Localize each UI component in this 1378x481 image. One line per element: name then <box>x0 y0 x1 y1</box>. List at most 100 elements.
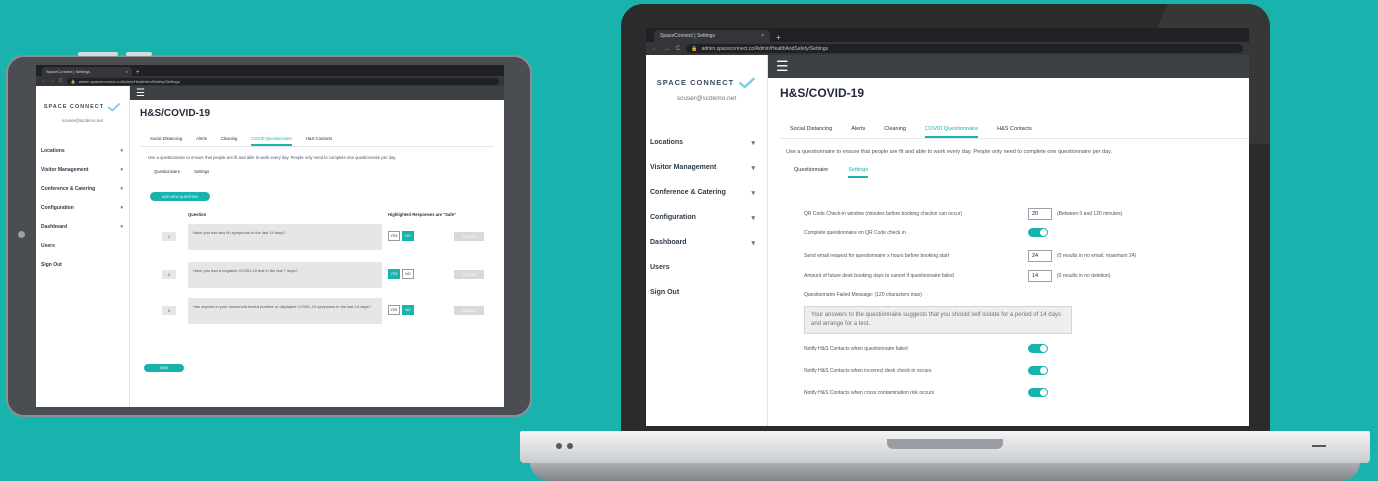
chevron-down-icon: ▾ <box>120 166 123 173</box>
tablet-device: SpaceConnect | Settings × + ← → C 🔒 admi… <box>6 52 532 417</box>
notify-incorrect-toggle[interactable] <box>1028 366 1048 375</box>
tab-hs-contacts[interactable]: H&S Contacts <box>306 136 332 146</box>
sidebar-item-sign-out[interactable]: Sign Out <box>646 280 767 305</box>
subtab-bar: Questionnaire Settings <box>794 167 1249 178</box>
setting-complete-on-qr: Complete questionnaire on QR Code check … <box>804 228 1048 237</box>
forward-icon[interactable]: → <box>50 78 55 84</box>
complete-on-qr-toggle[interactable] <box>1028 228 1048 237</box>
chevron-down-icon: ▾ <box>751 239 755 247</box>
failed-message-textarea[interactable]: Your answers to the questionnaire sugges… <box>804 306 1072 334</box>
lock-icon: 🔒 <box>70 78 76 84</box>
question-text[interactable]: Have you had any flu symptoms in the las… <box>188 224 382 250</box>
close-icon[interactable]: × <box>126 69 128 74</box>
notify-failed-toggle[interactable] <box>1028 344 1048 353</box>
sidebar-item-conference-catering[interactable]: Conference & Catering ▾ <box>36 179 129 198</box>
sidebar-item-visitor-management[interactable]: Visitor Management ▾ <box>36 160 129 179</box>
tab-alerts[interactable]: Alerts <box>196 136 207 146</box>
new-tab-icon[interactable]: + <box>776 33 781 42</box>
qr-window-input[interactable]: 20 <box>1028 208 1052 220</box>
page-title: H&S/COVID-19 <box>780 86 865 100</box>
laptop-base <box>520 431 1370 481</box>
yes-option[interactable]: YES <box>388 269 400 279</box>
yes-option[interactable]: YES <box>388 231 400 241</box>
delete-button[interactable]: DELETE <box>454 306 484 315</box>
reload-icon[interactable]: C <box>676 46 680 52</box>
yes-option[interactable]: YES <box>388 305 400 315</box>
user-email: scuser@scdemo.net <box>676 95 737 102</box>
laptop-screen: SpaceConnect | Settings × + ← → C 🔒 admi… <box>646 28 1249 426</box>
no-option[interactable]: NO <box>402 231 414 241</box>
tab-covid-questionnaire[interactable]: COVID Questionnaire <box>251 136 292 146</box>
tablet-screen: SpaceConnect | Settings × + ← → C 🔒 admi… <box>36 65 504 407</box>
address-bar[interactable]: 🔒 admin.spaceconnect.co/Admin/HealthAndS… <box>686 44 1243 53</box>
laptop-notch <box>887 439 1003 449</box>
forward-icon[interactable]: → <box>664 46 670 52</box>
sidebar-item-sign-out[interactable]: Sign Out <box>36 255 129 274</box>
checkmark-logo-icon <box>738 76 756 89</box>
address-bar[interactable]: 🔒 admin.spaceconnect.co/Admin/HealthAndS… <box>66 77 499 85</box>
address-bar-url: admin.spaceconnect.co/Admin/HealthAndSaf… <box>78 78 180 84</box>
sidebar-item-conference-catering[interactable]: Conference & Catering ▾ <box>646 180 767 205</box>
tablet-volume-button <box>78 52 118 56</box>
app: SPACE CONNECT scuser@scdemo.net Location… <box>646 55 1249 426</box>
notify-cross-toggle[interactable] <box>1028 388 1048 397</box>
email-request-input[interactable]: 24 <box>1028 250 1052 262</box>
browser-tab[interactable]: SpaceConnect | Settings × <box>42 67 132 76</box>
future-days-input[interactable]: 14 <box>1028 270 1052 282</box>
no-option[interactable]: NO <box>402 305 414 315</box>
reload-icon[interactable]: C <box>59 78 63 84</box>
logo[interactable]: SPACE CONNECT <box>646 69 767 95</box>
setting-hint: (Between 0 and 120 minutes) <box>1057 211 1123 217</box>
new-tab-icon[interactable]: + <box>136 70 140 76</box>
question-text[interactable]: Have you had a negative COVID-19 test in… <box>188 262 382 288</box>
user-email: scuser@scdemo.net <box>61 118 104 123</box>
sidebar-item-dashboard[interactable]: Dashboard ▾ <box>36 217 129 236</box>
chevron-down-icon: ▾ <box>751 164 755 172</box>
tab-covid-questionnaire[interactable]: COVID Questionnaire <box>924 126 979 138</box>
tab-social-distancing[interactable]: Social Distancing <box>150 136 182 146</box>
subtab-questionnaire[interactable]: Questionnaire <box>794 167 828 178</box>
delete-button[interactable]: DELETE <box>454 232 484 241</box>
tab-social-distancing[interactable]: Social Distancing <box>790 126 832 138</box>
sidebar-item-users[interactable]: Users <box>36 236 129 255</box>
hamburger-icon[interactable]: ☰ <box>776 58 789 75</box>
hamburger-icon[interactable]: ☰ <box>136 88 145 99</box>
subtab-settings[interactable]: Settings <box>194 169 209 176</box>
logo[interactable]: SPACE CONNECT <box>36 96 129 118</box>
subtab-settings[interactable]: Settings <box>848 167 869 178</box>
question-row: 1 Have you had any flu symptoms in the l… <box>162 224 484 252</box>
tab-alerts[interactable]: Alerts <box>851 126 865 138</box>
sidebar-item-locations[interactable]: Locations ▾ <box>646 130 767 155</box>
subtab-questionnaire[interactable]: Questionnaire <box>154 169 180 176</box>
delete-button[interactable]: DELETE <box>454 270 484 279</box>
sidebar-item-visitor-management[interactable]: Visitor Management ▾ <box>646 155 767 180</box>
question-text[interactable]: Has anyone in your household tested posi… <box>188 298 382 324</box>
setting-label: QR Code Check-in window (minutes before … <box>804 211 963 217</box>
sidebar: SPACE CONNECT scuser@scdemo.net Location… <box>646 55 768 426</box>
setting-notify-failed: Notify H&S Contacts when questionnaire f… <box>804 344 1048 353</box>
sidebar-item-dashboard[interactable]: Dashboard ▾ <box>646 230 767 255</box>
back-icon[interactable]: ← <box>652 46 658 52</box>
response-toggle: YES NO <box>388 269 414 279</box>
sidebar-item-locations[interactable]: Locations ▾ <box>36 141 129 160</box>
tab-hs-contacts[interactable]: H&S Contacts <box>997 126 1032 138</box>
chevron-down-icon: ▾ <box>120 147 123 154</box>
page-description: Use a questionnaire to ensure that peopl… <box>786 149 1113 155</box>
response-toggle: YES NO <box>388 305 414 315</box>
close-icon[interactable]: × <box>761 33 764 39</box>
setting-hint: (0 results in no email, maximum 24) <box>1057 253 1137 259</box>
question-number: 3 <box>162 306 176 315</box>
save-button[interactable]: SAVE <box>144 364 184 372</box>
tab-cleaning[interactable]: Cleaning <box>221 136 238 146</box>
back-icon[interactable]: ← <box>41 78 46 84</box>
browser-tab[interactable]: SpaceConnect | Settings × <box>654 30 770 42</box>
sidebar-item-users[interactable]: Users <box>646 255 767 280</box>
sidebar-item-configuration[interactable]: Configuration ▾ <box>646 205 767 230</box>
no-option[interactable]: NO <box>402 269 414 279</box>
chevron-down-icon: ▾ <box>120 204 123 211</box>
tab-cleaning[interactable]: Cleaning <box>884 126 906 138</box>
logo-text: SPACE CONNECT <box>43 104 105 110</box>
add-question-button[interactable]: ADD NEW QUESTION <box>150 192 210 201</box>
sidebar-item-configuration[interactable]: Configuration ▾ <box>36 198 129 217</box>
chevron-down-icon: ▾ <box>751 214 755 222</box>
